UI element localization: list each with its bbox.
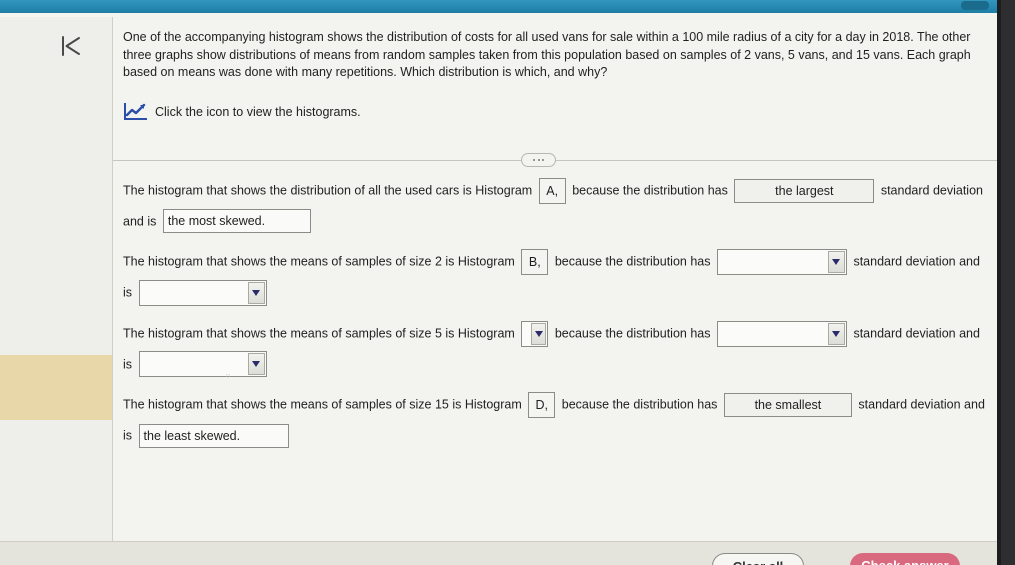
sd-answer-box[interactable]: the largest [734,178,875,203]
chevron-down-icon[interactable] [827,251,845,274]
histogram-dropdown[interactable] [521,320,549,347]
question-panel: One of the accompanying histogram shows … [113,17,997,541]
statement-lead: The histogram that shows the means of sa… [123,397,522,412]
ellipsis-dot [537,159,540,161]
statement-lead: The histogram that shows the means of sa… [123,255,515,270]
cursor-artifact: ○ [225,371,231,381]
statement-mid: because the distribution has [572,183,728,198]
chevron-down-icon[interactable] [247,353,265,376]
skew-answer-box[interactable]: the most skewed. [162,209,311,234]
statement-mid: because the distribution has [561,397,718,412]
statement-mid: because the distribution has [554,326,711,341]
sd-answer-box[interactable]: the smallest [723,392,852,417]
action-bar: Clear all Check answer [0,541,997,565]
answer-statements: The histogram that shows the distributio… [123,175,991,461]
chevron-down-icon[interactable] [827,322,845,345]
ellipsis-icon[interactable] [521,153,556,167]
chevron-down-icon[interactable] [531,322,547,345]
window-controls[interactable] [961,1,989,10]
histogram-answer-box[interactable]: A, [538,177,566,204]
check-answer-button[interactable]: Check answer [850,553,960,565]
question-stem: One of the accompanying histogram shows … [123,30,971,79]
skew-answer-box[interactable]: the least skewed. [138,423,289,448]
statement-row: The histogram that shows the distributio… [123,175,991,236]
statement-lead: The histogram that shows the distributio… [123,183,533,198]
title-bar [0,0,997,13]
line-chart-icon[interactable] [123,103,147,121]
sd-dropdown[interactable] [716,249,847,276]
skip-back-icon[interactable] [56,33,86,59]
histogram-answer-box[interactable]: D, [528,391,556,418]
statement-row: The histogram that shows the means of sa… [123,246,991,307]
right-gutter-edge [997,0,1001,565]
ellipsis-dot [542,159,544,161]
view-histograms-link[interactable]: Click the icon to view the histograms. [123,103,361,121]
sd-dropdown[interactable] [716,320,847,347]
statement-mid: because the distribution has [554,255,711,270]
clear-all-button[interactable]: Clear all [712,553,804,565]
histogram-answer-box[interactable]: B, [521,249,549,276]
skew-dropdown[interactable] [138,279,267,306]
statement-row: The histogram that shows the means of sa… [123,389,991,450]
statement-row: The histogram that shows the means of sa… [123,318,991,380]
rail-highlight-block [0,355,112,420]
view-histograms-label: Click the icon to view the histograms. [155,105,361,119]
app-window: One of the accompanying histogram shows … [0,0,1015,565]
ellipsis-dot [533,159,535,161]
statement-lead: The histogram that shows the means of sa… [123,326,515,341]
skew-dropdown[interactable]: ○ [138,351,267,380]
right-gutter [997,0,1015,565]
section-divider [113,153,997,167]
chevron-down-icon[interactable] [247,281,265,304]
left-rail [0,17,113,541]
